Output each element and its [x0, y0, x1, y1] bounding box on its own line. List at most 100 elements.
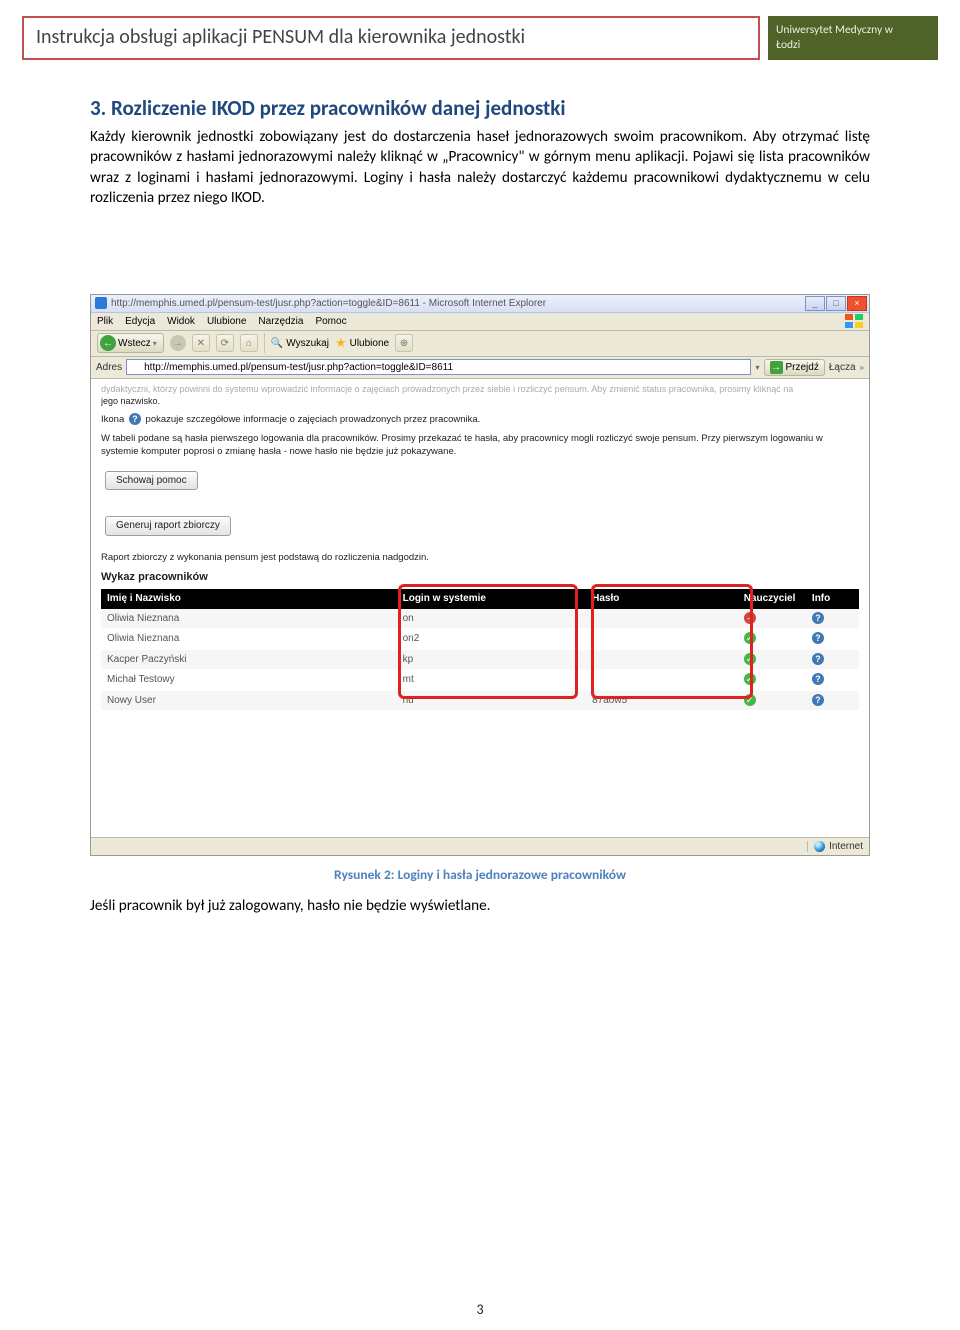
ikona-text-b: pokazuje szczegółowe informacje o zajęci… — [146, 414, 481, 425]
go-label: Przejdź — [786, 362, 819, 373]
cell-teacher: ✓ — [738, 690, 806, 711]
col-name: Imię i Nazwisko — [101, 589, 397, 609]
col-info: Info — [806, 589, 859, 609]
cell-login: kp — [397, 649, 587, 670]
cell-info[interactable]: ? — [806, 690, 859, 711]
table-row[interactable]: Kacper Paczyński kp ✓ ? — [101, 649, 859, 670]
info-icon: ? — [812, 653, 824, 665]
status-green-icon: ✓ — [744, 694, 756, 706]
cell-teacher: ✓ — [738, 649, 806, 670]
help-icon: ? — [129, 413, 141, 425]
menu-item[interactable]: Ulubione — [207, 316, 246, 327]
generate-report-button[interactable]: Generuj raport zbiorczy — [105, 516, 231, 536]
doc-title: Instrukcja obsługi aplikacji PENSUM dla … — [36, 25, 525, 49]
cell-teacher: ✓ — [738, 670, 806, 691]
table-row[interactable]: Oliwia Nieznana on – ? — [101, 609, 859, 629]
info-icon: ? — [812, 632, 824, 644]
status-zone-label: Internet — [829, 841, 863, 852]
address-label: Adres — [96, 362, 122, 373]
menu-item[interactable]: Edycja — [125, 316, 155, 327]
page-icon — [130, 362, 141, 373]
close-button[interactable]: × — [847, 296, 867, 311]
status-bar: Internet — [91, 837, 869, 855]
table-row[interactable]: Nowy User nu 87aow5 ✓ ? — [101, 690, 859, 711]
cell-name: Kacper Paczyński — [101, 649, 397, 670]
info-icon: ? — [812, 673, 824, 685]
cut-text-1: dydaktyczni, którzy powinni do systemu w… — [101, 383, 859, 395]
cell-login: mt — [397, 670, 587, 691]
toolbar-separator — [264, 333, 265, 353]
favorites-button[interactable]: ★ Ulubione — [335, 335, 389, 351]
menu-item[interactable]: Plik — [97, 316, 113, 327]
cell-login: on2 — [397, 629, 587, 650]
cell-pass — [586, 649, 738, 670]
forward-button[interactable]: → — [170, 335, 186, 351]
minimize-button[interactable]: _ — [805, 296, 825, 311]
cell-login: nu — [397, 690, 587, 711]
blank-area — [91, 717, 869, 837]
doc-title-box: Instrukcja obsługi aplikacji PENSUM dla … — [22, 16, 760, 60]
table-row[interactable]: Oliwia Nieznana on2 ✓ ? — [101, 629, 859, 650]
uni-line2: Łodzi — [776, 38, 930, 53]
links-chevron-icon[interactable]: » — [860, 363, 864, 372]
back-label: Wstecz — [118, 338, 151, 349]
menu-item[interactable]: Widok — [167, 316, 195, 327]
uni-line1: Uniwersytet Medyczny w — [776, 23, 930, 38]
browser-screenshot: http://memphis.umed.pl/pensum-test/jusr.… — [90, 294, 870, 856]
ie-icon — [95, 297, 107, 309]
info-icon: ? — [812, 612, 824, 624]
url-dropdown-icon[interactable]: ▾ — [755, 363, 759, 372]
address-bar: Adres http://memphis.umed.pl/pensum-test… — [91, 357, 869, 379]
menu-item[interactable]: Pomoc — [315, 316, 346, 327]
page-inner: dydaktyczni, którzy powinni do systemu w… — [91, 379, 869, 717]
links-label[interactable]: Łącza — [829, 362, 856, 373]
go-arrow-icon: → — [770, 361, 783, 374]
para2: W tabeli podane są hasła pierwszego logo… — [101, 433, 859, 459]
table-row[interactable]: Michał Testowy mt ✓ ? — [101, 670, 859, 691]
col-login: Login w systemie — [397, 589, 587, 609]
cell-name: Oliwia Nieznana — [101, 629, 397, 650]
cell-info[interactable]: ? — [806, 609, 859, 629]
cut-text-2: jego nazwisko. — [101, 395, 859, 407]
back-button[interactable]: ← Wstecz ▾ — [97, 333, 164, 353]
maximize-button[interactable]: □ — [826, 296, 846, 311]
cell-pass — [586, 629, 738, 650]
search-button[interactable]: 🔍 Wyszukaj — [271, 338, 329, 349]
star-icon: ★ — [335, 335, 347, 351]
url-text: http://memphis.umed.pl/pensum-test/jusr.… — [144, 362, 453, 373]
search-icon: 🔍 — [271, 338, 283, 349]
status-zone: Internet — [807, 841, 863, 852]
url-input[interactable]: http://memphis.umed.pl/pensum-test/jusr.… — [126, 359, 751, 375]
cell-info[interactable]: ? — [806, 649, 859, 670]
figure-caption: Rysunek 2: Loginy i hasła jednorazowe pr… — [0, 866, 960, 883]
doc-header: Instrukcja obsługi aplikacji PENSUM dla … — [22, 16, 938, 60]
chevron-down-icon: ▾ — [153, 339, 157, 348]
status-green-icon: ✓ — [744, 673, 756, 685]
window-titlebar: http://memphis.umed.pl/pensum-test/jusr.… — [91, 295, 869, 313]
cell-pass — [586, 670, 738, 691]
refresh-button[interactable]: ⟳ — [216, 334, 234, 352]
menu-item[interactable]: Narzędzia — [258, 316, 303, 327]
cell-teacher: – — [738, 609, 806, 629]
cell-name: Nowy User — [101, 690, 397, 711]
hide-help-button[interactable]: Schowaj pomoc — [105, 471, 198, 491]
home-button[interactable]: ⌂ — [240, 334, 258, 352]
status-green-icon: ✓ — [744, 653, 756, 665]
col-pass: Hasło — [586, 589, 738, 609]
globe-icon — [814, 841, 825, 852]
toolbar-extra-button[interactable]: ⊕ — [395, 334, 413, 352]
section-heading: 3. Rozliczenie IKOD przez pracowników da… — [90, 95, 870, 121]
cell-info[interactable]: ? — [806, 629, 859, 650]
wykaz-title: Wykaz pracowników — [101, 570, 859, 585]
stop-button[interactable]: ✕ — [192, 334, 210, 352]
toolbar: ← Wstecz ▾ → ✕ ⟳ ⌂ 🔍 Wyszukaj ★ Ulubione… — [91, 331, 869, 357]
cell-pass: 87aow5 — [586, 690, 738, 711]
go-button[interactable]: → Przejdź — [764, 359, 825, 376]
report-note: Raport zbiorczy z wykonania pensum jest … — [101, 552, 859, 565]
windows-flag-icon — [845, 314, 863, 328]
status-page-icon — [97, 841, 108, 852]
page-body: dydaktyczni, którzy powinni do systemu w… — [91, 379, 869, 855]
cell-teacher: ✓ — [738, 629, 806, 650]
section-paragraph: Każdy kierownik jednostki zobowiązany je… — [90, 127, 870, 209]
cell-info[interactable]: ? — [806, 670, 859, 691]
